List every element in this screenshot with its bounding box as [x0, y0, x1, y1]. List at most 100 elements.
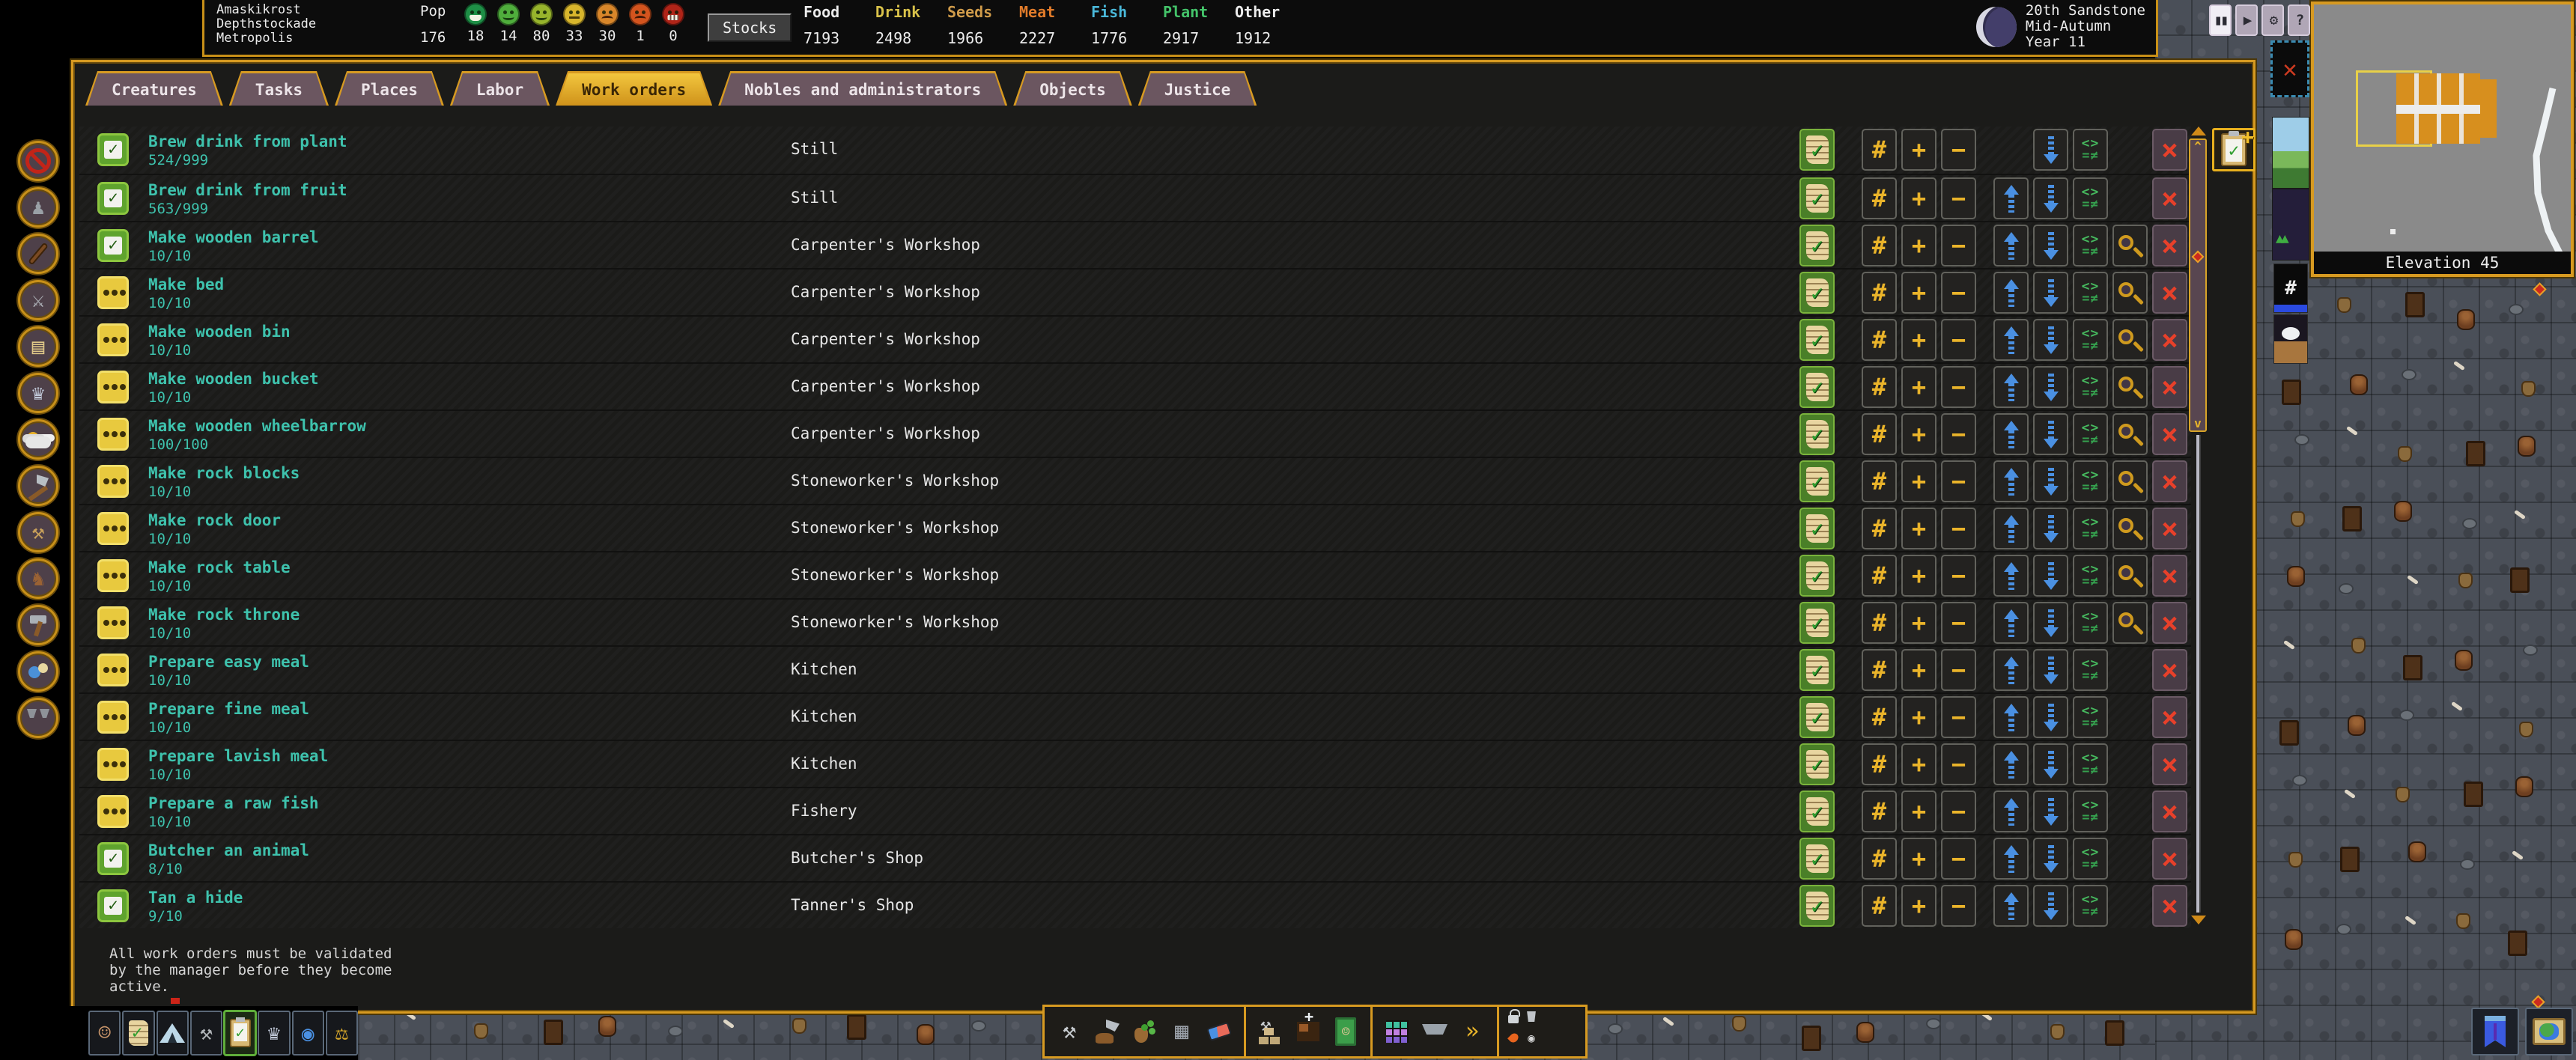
work-order-row[interactable]: ✓ Make wooden barrel 10/10 Carpenter's W… — [79, 221, 2191, 268]
tab-button-tasks[interactable] — [122, 1011, 154, 1056]
move-up-button[interactable] — [1993, 508, 2029, 549]
cavern-level-tile[interactable] — [2272, 189, 2309, 261]
set-amount-button[interactable]: # — [1862, 366, 1897, 408]
remove-order-button[interactable]: × — [2152, 129, 2187, 171]
world-map-button[interactable] — [2525, 1008, 2573, 1056]
decrease-amount-button[interactable]: − — [1941, 838, 1976, 880]
surface-level-tile[interactable] — [2272, 117, 2309, 189]
increase-amount-button[interactable]: + — [1901, 413, 1936, 455]
move-up-button[interactable] — [1993, 177, 2029, 219]
smooth-stone-button[interactable]: ▦ — [1164, 1011, 1199, 1053]
remove-order-button[interactable]: × — [2152, 696, 2187, 738]
order-search-button[interactable] — [2112, 272, 2148, 314]
tab-objects[interactable]: Objects — [1013, 71, 1132, 106]
sidebar-armor-figure-icon[interactable]: ♟ — [18, 187, 58, 228]
set-amount-button[interactable]: # — [1862, 508, 1897, 549]
move-down-button[interactable] — [2033, 555, 2068, 597]
order-details-button[interactable]: ✓ — [1799, 838, 1835, 880]
tab-creatures[interactable]: Creatures — [85, 71, 223, 106]
lock-toggle-button[interactable] — [1505, 1010, 1522, 1023]
cloud-level-tile[interactable] — [2273, 314, 2308, 364]
move-down-button[interactable] — [2033, 177, 2068, 219]
move-down-button[interactable] — [2033, 366, 2068, 408]
decrease-amount-button[interactable]: − — [1941, 225, 1976, 266]
stocks-button[interactable]: Stocks — [708, 13, 792, 42]
order-conditions-button[interactable]: <>=≠ — [2073, 555, 2108, 597]
sidebar-crown-icon[interactable]: ♛ — [18, 373, 58, 413]
tab-labor[interactable]: Labor — [450, 71, 550, 106]
work-order-row[interactable]: Make rock throne 10/10 Stoneworker's Wor… — [79, 598, 2191, 645]
remove-order-button[interactable]: × — [2152, 225, 2187, 266]
increase-amount-button[interactable]: + — [1901, 272, 1936, 314]
work-order-row[interactable]: ✓ Brew drink from plant 524/999 Still ✓ … — [79, 127, 2191, 174]
increase-amount-button[interactable]: + — [1901, 555, 1936, 597]
tab-button-objects[interactable]: ◉ — [292, 1011, 324, 1056]
decrease-amount-button[interactable]: − — [1941, 743, 1976, 785]
order-search-button[interactable] — [2112, 555, 2148, 597]
remove-order-button[interactable]: × — [2152, 319, 2187, 361]
magma-toggle-button[interactable] — [1505, 1033, 1522, 1043]
set-amount-button[interactable]: # — [1862, 649, 1897, 691]
scrollbar-up-arrow[interactable] — [2191, 127, 2206, 135]
decrease-amount-button[interactable]: − — [1941, 413, 1976, 455]
order-conditions-button[interactable]: <>=≠ — [2073, 791, 2108, 832]
move-down-button[interactable] — [2033, 460, 2068, 502]
build-structure-button[interactable] — [1254, 1011, 1288, 1053]
order-details-button[interactable]: ✓ — [1799, 649, 1835, 691]
remove-order-button[interactable]: × — [2152, 272, 2187, 314]
order-details-button[interactable]: ✓ — [1799, 319, 1835, 361]
remove-order-button[interactable]: × — [2152, 177, 2187, 219]
order-status-icon[interactable] — [97, 512, 129, 545]
move-down-button[interactable] — [2033, 696, 2068, 738]
tab-justice[interactable]: Justice — [1138, 71, 1257, 106]
move-up-button[interactable] — [1993, 555, 2029, 597]
remove-order-button[interactable]: × — [2152, 649, 2187, 691]
work-order-row[interactable]: Make rock door 10/10 Stoneworker's Works… — [79, 504, 2191, 551]
order-details-button[interactable]: ✓ — [1799, 508, 1835, 549]
set-amount-button[interactable]: # — [1862, 555, 1897, 597]
set-amount-button[interactable]: # — [1862, 129, 1897, 171]
move-down-button[interactable] — [2033, 743, 2068, 785]
increase-amount-button[interactable]: + — [1901, 743, 1936, 785]
remove-order-button[interactable]: × — [2152, 885, 2187, 927]
increase-amount-button[interactable]: + — [1901, 460, 1936, 502]
move-down-button[interactable] — [2033, 225, 2068, 266]
order-status-icon[interactable]: ✓ — [97, 229, 129, 262]
order-details-button[interactable]: ✓ — [1799, 366, 1835, 408]
work-order-row[interactable]: Make wooden bucket 10/10 Carpenter's Wor… — [79, 362, 2191, 409]
move-down-button[interactable] — [2033, 508, 2068, 549]
set-amount-button[interactable]: # — [1862, 319, 1897, 361]
move-down-button[interactable] — [2033, 319, 2068, 361]
order-status-icon[interactable] — [97, 606, 129, 639]
set-amount-button[interactable]: # — [1862, 791, 1897, 832]
increase-amount-button[interactable]: + — [1901, 885, 1936, 927]
order-details-button[interactable]: ✓ — [1799, 602, 1835, 644]
order-status-icon[interactable] — [97, 654, 129, 686]
new-work-order-button[interactable]: ✓ + — [2212, 128, 2255, 171]
set-amount-button[interactable]: # — [1862, 838, 1897, 880]
set-amount-button[interactable]: # — [1862, 743, 1897, 785]
work-order-row[interactable]: Prepare easy meal 10/10 Kitchen ✓ # + − … — [79, 645, 2191, 692]
sidebar-battle-axe-icon[interactable] — [18, 466, 58, 506]
work-order-row[interactable]: Make rock blocks 10/10 Stoneworker's Wor… — [79, 457, 2191, 504]
move-down-button[interactable] — [2033, 649, 2068, 691]
set-amount-button[interactable]: # — [1862, 225, 1897, 266]
move-down-button[interactable] — [2033, 413, 2068, 455]
hauling-routes-button[interactable] — [1418, 1011, 1452, 1053]
order-status-icon[interactable] — [97, 465, 129, 498]
move-up-button[interactable] — [1993, 272, 2029, 314]
work-order-row[interactable]: Make wooden wheelbarrow 100/100 Carpente… — [79, 409, 2191, 457]
work-order-row[interactable]: Prepare a raw fish 10/10 Fishery ✓ # + −… — [79, 787, 2191, 834]
move-up-button[interactable] — [1993, 225, 2029, 266]
tab-button-justice[interactable]: ⚖ — [326, 1011, 358, 1056]
remove-order-button[interactable]: × — [2152, 743, 2187, 785]
depth-indicator-tile[interactable]: # — [2273, 264, 2308, 313]
order-details-button[interactable]: ✓ — [1799, 225, 1835, 266]
move-up-button[interactable] — [1993, 838, 2029, 880]
work-order-row[interactable]: ✓ Butcher an animal 8/10 Butcher's Shop … — [79, 834, 2191, 881]
move-down-button[interactable] — [2033, 885, 2068, 927]
order-details-button[interactable]: ✓ — [1799, 460, 1835, 502]
move-up-button[interactable] — [1993, 413, 2029, 455]
set-amount-button[interactable]: # — [1862, 413, 1897, 455]
order-status-icon[interactable]: ✓ — [97, 182, 129, 215]
